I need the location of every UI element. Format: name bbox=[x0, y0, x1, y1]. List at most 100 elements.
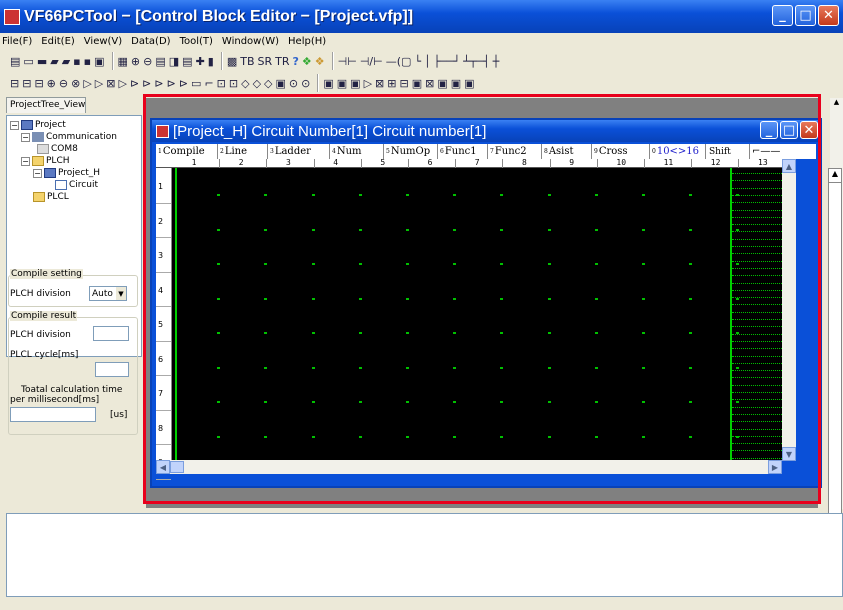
arrow-icon[interactable]: ⊞ bbox=[387, 75, 396, 91]
branch-icon[interactable]: ┴┬─┤ bbox=[463, 53, 490, 69]
half-icon[interactable]: ▣ bbox=[412, 75, 422, 91]
fkey-compile[interactable]: 1 Compile bbox=[156, 144, 218, 159]
main-vertical-scrollbar[interactable]: ▲ ▲ ▼ bbox=[828, 98, 843, 566]
editor-horizontal-scrollbar[interactable]: ◀ ▶ bbox=[156, 460, 782, 474]
tool-icon[interactable]: ✚ bbox=[196, 53, 205, 69]
corner-icon[interactable]: └ bbox=[414, 53, 421, 69]
tree-circuit[interactable]: Circuit bbox=[69, 180, 98, 190]
menu-file[interactable]: File(F) bbox=[2, 36, 32, 47]
func21-icon[interactable]: ⊙ bbox=[289, 75, 298, 91]
sr-icon[interactable]: SR bbox=[258, 53, 273, 69]
menu-help[interactable]: Help(H) bbox=[288, 36, 326, 47]
contact-b-icon[interactable]: ⊣/⊢ bbox=[360, 53, 383, 69]
editor-minimize-button[interactable]: _ bbox=[760, 121, 778, 139]
zoom-in-icon[interactable]: ⊕ bbox=[131, 53, 140, 69]
chevron-down-icon[interactable]: ▼ bbox=[116, 287, 126, 300]
func5-icon[interactable]: ▷ bbox=[95, 75, 103, 91]
tools-icon[interactable]: ❖ bbox=[302, 53, 312, 69]
tree-plch[interactable]: PLCH bbox=[46, 156, 70, 166]
tr-icon[interactable]: TR bbox=[275, 53, 289, 69]
plch-division-select[interactable]: Auto ▼ bbox=[89, 286, 127, 301]
func18-icon[interactable]: ◇ bbox=[253, 75, 261, 91]
library-icon[interactable]: ▣ bbox=[94, 53, 104, 69]
x2-icon[interactable]: ⊠ bbox=[425, 75, 434, 91]
func19-icon[interactable]: ◇ bbox=[264, 75, 272, 91]
contacts-icon[interactable]: ❖ bbox=[315, 53, 325, 69]
menu-edit[interactable]: Edit(E) bbox=[41, 36, 75, 47]
t2-icon[interactable]: ▣ bbox=[437, 75, 447, 91]
fkey-num[interactable]: 4 Num bbox=[330, 144, 384, 159]
func4-icon[interactable]: ▷ bbox=[83, 75, 91, 91]
editor-maximize-button[interactable]: □ bbox=[780, 121, 798, 139]
editor-close-button[interactable]: ✕ bbox=[800, 121, 818, 139]
func3-icon[interactable]: ⊗ bbox=[71, 75, 80, 91]
func9-icon[interactable]: ⊳ bbox=[142, 75, 151, 91]
graph-icon[interactable]: ▩ bbox=[227, 53, 237, 69]
tree-com8[interactable]: COM8 bbox=[51, 144, 78, 154]
block-icon[interactable]: ▮ bbox=[208, 53, 214, 69]
func15-icon[interactable]: ⊡ bbox=[217, 75, 226, 91]
minus-icon[interactable]: ⊟ bbox=[399, 75, 408, 91]
fkey-ladder[interactable]: 3 Ladder bbox=[268, 144, 330, 159]
contact-a-icon[interactable]: ⊣⊢ bbox=[338, 53, 357, 69]
print-icon[interactable]: ▤ bbox=[182, 53, 192, 69]
save-icon[interactable]: ▰ bbox=[62, 53, 70, 69]
monitor-icon[interactable]: ▦ bbox=[118, 53, 128, 69]
func12-icon[interactable]: ⊳ bbox=[179, 75, 188, 91]
amp-icon[interactable]: ▷ bbox=[364, 75, 372, 91]
func10-icon[interactable]: ⊳ bbox=[154, 75, 163, 91]
coil-icon[interactable]: —(▢ bbox=[386, 53, 412, 69]
func1-icon[interactable]: ⊕ bbox=[47, 75, 56, 91]
fkey-cross[interactable]: 9 Cross bbox=[592, 144, 650, 159]
menu-window[interactable]: Window(W) bbox=[222, 36, 279, 47]
paste-icon[interactable]: ▤ bbox=[155, 53, 165, 69]
scroll-up-icon[interactable]: ▲ bbox=[782, 159, 796, 173]
scroll-down-icon[interactable]: ▼ bbox=[782, 447, 796, 461]
func7-icon[interactable]: ▷ bbox=[118, 75, 126, 91]
editor-vertical-scrollbar[interactable]: ▲ ▼ bbox=[782, 159, 796, 461]
menu-view[interactable]: View(V) bbox=[84, 36, 122, 47]
func6-icon[interactable]: ⊠ bbox=[106, 75, 115, 91]
tab-project-tree[interactable]: ProjectTree_View bbox=[6, 97, 86, 113]
func22-icon[interactable]: ⊙ bbox=[301, 75, 310, 91]
collapse-icon[interactable]: − bbox=[21, 132, 30, 142]
func13-icon[interactable]: ▭ bbox=[191, 75, 201, 91]
tb-icon[interactable]: TB bbox=[240, 53, 254, 69]
maximize-button[interactable]: □ bbox=[795, 5, 816, 26]
copy-icon[interactable]: ◨ bbox=[169, 53, 179, 69]
fkey-hexdec[interactable]: 0 10<>16 bbox=[650, 144, 706, 159]
func11-icon[interactable]: ⊳ bbox=[167, 75, 176, 91]
close-file-icon[interactable]: ▪ bbox=[73, 53, 80, 69]
scroll-thumb[interactable] bbox=[170, 461, 184, 473]
tree-project[interactable]: Project bbox=[35, 120, 66, 130]
func17-icon[interactable]: ◇ bbox=[241, 75, 249, 91]
cross-icon[interactable]: ┼ bbox=[493, 53, 500, 69]
plch-division-result-field[interactable] bbox=[93, 326, 129, 341]
open-icon[interactable]: ▬ bbox=[37, 53, 47, 69]
save-all-icon[interactable]: ▪ bbox=[84, 53, 91, 69]
collapse-icon[interactable]: − bbox=[33, 168, 42, 178]
scroll-left-icon[interactable]: ◀ bbox=[156, 460, 170, 474]
p-icon[interactable]: ▣ bbox=[337, 75, 347, 91]
tree-project-h[interactable]: Project_H bbox=[58, 168, 100, 178]
main-scroll-up-icon[interactable]: ▲ bbox=[830, 98, 843, 108]
ladder-grid[interactable]: 123456789 bbox=[156, 168, 782, 480]
func16-icon[interactable]: ⊡ bbox=[229, 75, 238, 91]
block3-icon[interactable]: ⊟ bbox=[34, 75, 43, 91]
track-up-icon[interactable]: ▲ bbox=[829, 169, 841, 183]
close-button[interactable]: ✕ bbox=[818, 5, 839, 26]
folder-icon[interactable]: ▰ bbox=[50, 53, 58, 69]
zoom-out-icon[interactable]: ⊖ bbox=[143, 53, 152, 69]
fkey-shift[interactable]: Shift bbox=[706, 144, 750, 159]
total-calc-field[interactable] bbox=[10, 407, 96, 422]
fkey-func2[interactable]: 7 Func2 bbox=[488, 144, 542, 159]
d-icon[interactable]: ▣ bbox=[464, 75, 474, 91]
wave-icon[interactable]: ▣ bbox=[350, 75, 360, 91]
collapse-icon[interactable]: − bbox=[21, 156, 30, 166]
menu-tool[interactable]: Tool(T) bbox=[180, 36, 213, 47]
fkey-line[interactable]: 2 Line bbox=[218, 144, 268, 159]
block1-icon[interactable]: ⊟ bbox=[10, 75, 19, 91]
fkey-func1[interactable]: 6 Func1 bbox=[438, 144, 488, 159]
minimize-button[interactable]: _ bbox=[772, 5, 793, 26]
new-icon[interactable]: ▤ bbox=[10, 53, 20, 69]
